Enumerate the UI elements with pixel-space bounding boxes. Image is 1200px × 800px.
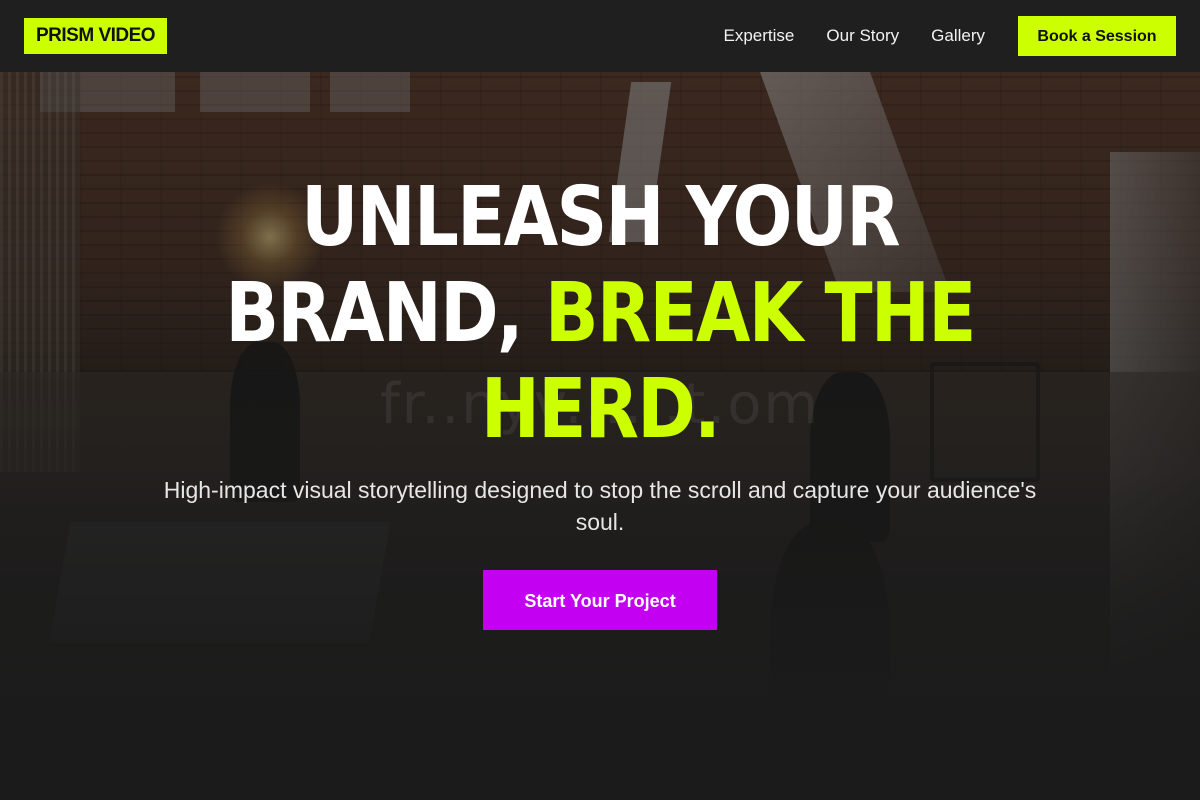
- hero-headline: UNLEASH YOUR BRAND, BREAK THE HERD.: [170, 170, 1030, 458]
- book-session-button[interactable]: Book a Session: [1018, 16, 1176, 56]
- logo[interactable]: PRISM VIDEO: [24, 18, 168, 54]
- headline-line-2-accent: BREAK THE: [544, 266, 977, 361]
- headline-line-1: UNLEASH YOUR: [301, 170, 900, 265]
- start-project-button[interactable]: Start Your Project: [483, 570, 717, 630]
- site-header: PRISM VIDEO Expertise Our Story Gallery …: [0, 0, 1200, 72]
- hero-subtitle: High-impact visual storytelling designed…: [163, 477, 1037, 535]
- headline-line-3-accent: HERD.: [480, 362, 721, 457]
- nav-link-gallery[interactable]: Gallery: [931, 26, 985, 46]
- nav-link-expertise[interactable]: Expertise: [724, 26, 795, 46]
- nav-link-our-story[interactable]: Our Story: [826, 26, 899, 46]
- main-nav: Expertise Our Story Gallery Book a Sessi…: [724, 16, 1176, 56]
- landing-page: fr..nyv......t.om PRISM VIDEO Expertise …: [0, 0, 1200, 800]
- hero-section: UNLEASH YOUR BRAND, BREAK THE HERD. High…: [0, 72, 1200, 800]
- headline-line-2-white: BRAND,: [225, 266, 523, 361]
